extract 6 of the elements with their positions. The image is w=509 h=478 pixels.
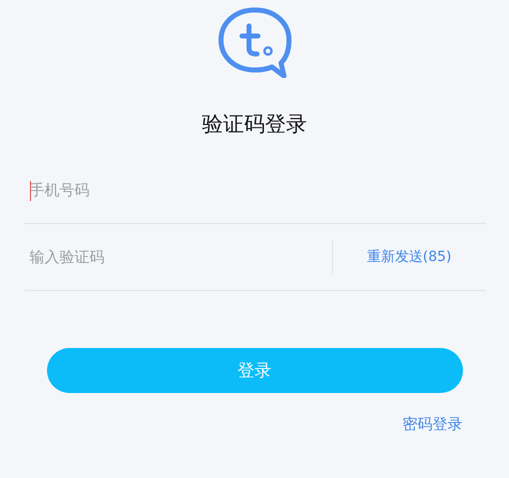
page-title: 验证码登录 [202,111,307,138]
login-button[interactable]: 登录 [46,348,462,393]
phone-number-field[interactable]: 手机号码 [24,175,486,205]
verification-code-field[interactable]: 输入验证码 [24,242,332,272]
resend-code-button[interactable]: 重新发送(85) [360,244,458,270]
password-login-link[interactable]: 密码登录 [402,415,462,434]
